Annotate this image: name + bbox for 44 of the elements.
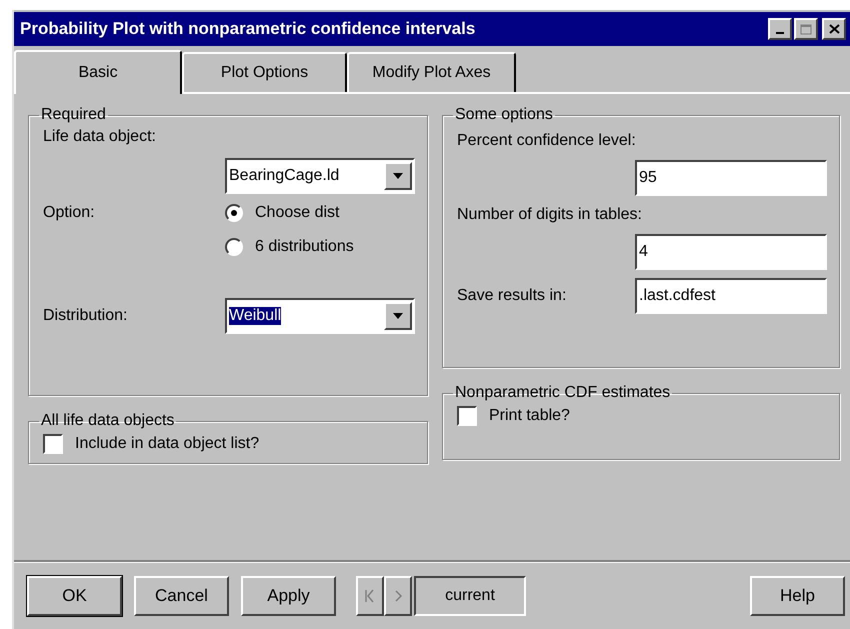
dropdown-arrow-icon — [393, 173, 403, 179]
close-icon — [828, 24, 840, 34]
text-field[interactable]: 4 — [635, 234, 827, 270]
dropdown-arrow-icon — [393, 313, 403, 319]
next-button[interactable] — [384, 576, 412, 616]
minimize-icon — [776, 32, 784, 34]
distribution-dropdown[interactable]: Weibull — [225, 298, 415, 334]
field-label: Option: — [43, 204, 95, 222]
life-data-dropdown[interactable]: BearingCage.ld — [225, 158, 415, 194]
first-button[interactable] — [356, 576, 384, 616]
field-label: Life data object: — [43, 128, 157, 146]
radio-button[interactable] — [225, 204, 243, 222]
field-label: Percent confidence level: — [457, 132, 636, 149]
minimize-button[interactable] — [768, 18, 792, 40]
tab[interactable]: Modify Plot Axes — [347, 52, 516, 92]
help-button[interactable]: Help — [750, 576, 845, 616]
field-label: Distribution: — [43, 307, 128, 325]
maximize-icon — [800, 24, 812, 34]
window-title: Probability Plot with nonparametric confidence intervals — [20, 19, 476, 39]
close-button[interactable] — [822, 18, 846, 40]
radio-label: 6 distributions — [255, 238, 354, 256]
group-title: Nonparametric CDF estimates — [454, 384, 672, 402]
current-indicator: current — [414, 576, 526, 616]
dialog-button[interactable]: Apply — [241, 576, 336, 616]
text-field[interactable]: .last.cdfest — [635, 278, 827, 314]
checkbox-label: Include in data object list? — [75, 435, 260, 453]
radio-label: Choose dist — [255, 204, 340, 222]
next-record-icon — [393, 588, 403, 602]
checkbox[interactable] — [457, 406, 477, 426]
dialog-button[interactable]: Cancel — [134, 576, 229, 616]
tab[interactable]: Plot Options — [182, 52, 347, 92]
maximize-button[interactable] — [794, 18, 818, 40]
first-record-icon — [365, 588, 375, 602]
checkbox[interactable] — [43, 434, 63, 454]
checkbox-label: Print table? — [489, 407, 570, 425]
group-title: Required — [40, 106, 107, 124]
text-field[interactable]: 95 — [635, 160, 827, 196]
field-label: Number of digits in tables: — [457, 206, 642, 223]
dialog-button[interactable]: OK — [27, 576, 122, 616]
field-label: Save results in: — [457, 287, 566, 305]
group-title: Some options — [454, 106, 554, 124]
radio-button[interactable] — [225, 238, 243, 256]
tab[interactable]: Basic — [14, 50, 182, 94]
group-title: All life data objects — [40, 412, 176, 430]
